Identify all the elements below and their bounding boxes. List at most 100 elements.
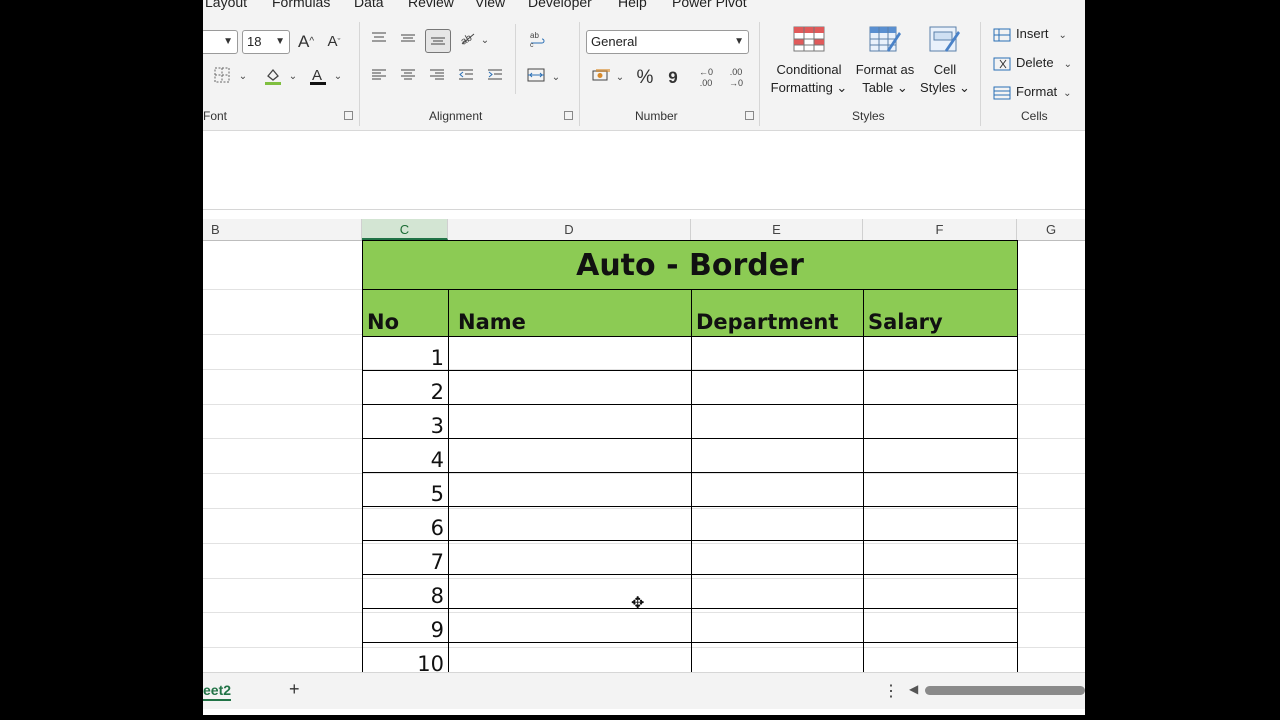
add-sheet-button[interactable]: +: [289, 679, 300, 700]
salary-cell[interactable]: [863, 608, 1018, 643]
column-header-f[interactable]: F: [863, 219, 1017, 240]
department-cell[interactable]: [691, 506, 864, 541]
decrease-font-size-button[interactable]: Aˇ: [323, 31, 345, 53]
align-right-button[interactable]: [426, 67, 448, 89]
decrease-decimal-button[interactable]: .00 →0: [724, 67, 748, 89]
number-format-combo[interactable]: General ▼: [586, 30, 749, 54]
column-header-e[interactable]: E: [691, 219, 863, 240]
department-cell[interactable]: [691, 370, 864, 405]
department-cell[interactable]: [691, 336, 864, 371]
department-cell[interactable]: [691, 642, 864, 672]
header-no[interactable]: No: [362, 289, 449, 337]
font-color-button[interactable]: A: [307, 66, 329, 88]
chevron-down-icon[interactable]: ⌄: [237, 66, 249, 88]
wrap-text-button[interactable]: ab c: [526, 30, 550, 52]
tab-power-pivot[interactable]: Power Pivot: [672, 0, 747, 10]
name-cell[interactable]: [448, 574, 692, 609]
table-title[interactable]: Auto - Border: [362, 240, 1018, 290]
tab-data[interactable]: Data: [354, 0, 384, 10]
name-cell[interactable]: [448, 438, 692, 473]
chevron-down-icon[interactable]: ⌄: [480, 30, 490, 52]
conditional-formatting-button[interactable]: Conditional Formatting ⌄: [767, 26, 851, 97]
increase-decimal-button[interactable]: ←0 .00: [694, 67, 718, 89]
salary-cell[interactable]: [863, 404, 1018, 439]
align-top-button[interactable]: [368, 30, 390, 52]
column-header-g[interactable]: G: [1017, 219, 1085, 240]
chevron-down-icon[interactable]: ⌄: [287, 66, 299, 88]
align-left-button[interactable]: [368, 67, 390, 89]
salary-cell[interactable]: [863, 438, 1018, 473]
department-cell[interactable]: [691, 472, 864, 507]
align-center-button[interactable]: [397, 67, 419, 89]
column-header-b[interactable]: B: [203, 219, 362, 240]
salary-cell[interactable]: [863, 336, 1018, 371]
font-name-combo[interactable]: ▼: [203, 30, 238, 54]
header-salary[interactable]: Salary: [863, 289, 1018, 337]
tab-page-layout[interactable]: Layout: [205, 0, 247, 10]
decrease-indent-button[interactable]: [455, 67, 477, 89]
borders-button[interactable]: [209, 66, 235, 88]
name-cell[interactable]: [448, 642, 692, 672]
name-cell[interactable]: [448, 608, 692, 643]
delete-cells-button[interactable]: Delete ⌄: [993, 52, 1072, 74]
cell-styles-button[interactable]: Cell Styles ⌄: [917, 26, 973, 97]
salary-cell[interactable]: [863, 540, 1018, 575]
align-middle-button[interactable]: [397, 30, 419, 52]
tab-developer[interactable]: Developer: [528, 0, 592, 10]
row-number-cell[interactable]: 9: [362, 608, 449, 643]
merge-center-button[interactable]: [524, 67, 548, 89]
column-header-d[interactable]: D: [448, 219, 691, 240]
insert-cells-button[interactable]: Insert ⌄: [993, 23, 1067, 45]
chevron-down-icon[interactable]: ⌄: [332, 66, 344, 88]
align-bottom-button[interactable]: [425, 29, 451, 53]
department-cell[interactable]: [691, 438, 864, 473]
row-number-cell[interactable]: 2: [362, 370, 449, 405]
name-cell[interactable]: [448, 540, 692, 575]
chevron-down-icon[interactable]: ⌄: [551, 67, 561, 89]
tab-review[interactable]: Review: [408, 0, 454, 10]
salary-cell[interactable]: [863, 642, 1018, 672]
sheet-tab[interactable]: eet2: [203, 681, 232, 701]
number-dialog-launcher-icon[interactable]: [745, 111, 754, 120]
salary-cell[interactable]: [863, 472, 1018, 507]
format-as-table-button[interactable]: Format as Table ⌄: [853, 26, 917, 97]
name-cell[interactable]: [448, 404, 692, 439]
fill-color-button[interactable]: [261, 66, 285, 88]
alignment-dialog-launcher-icon[interactable]: [564, 111, 573, 120]
row-number-cell[interactable]: 3: [362, 404, 449, 439]
orientation-button[interactable]: ab: [457, 30, 479, 52]
tab-view[interactable]: View: [475, 0, 505, 10]
salary-cell[interactable]: [863, 370, 1018, 405]
name-cell[interactable]: [448, 370, 692, 405]
row-number-cell[interactable]: 10: [362, 642, 449, 672]
column-header-c[interactable]: C: [362, 219, 448, 240]
accounting-format-button[interactable]: [589, 67, 613, 89]
header-name[interactable]: Name: [448, 289, 692, 337]
department-cell[interactable]: [691, 608, 864, 643]
department-cell[interactable]: [691, 540, 864, 575]
department-cell[interactable]: [691, 404, 864, 439]
header-department[interactable]: Department: [691, 289, 864, 337]
row-number-cell[interactable]: 7: [362, 540, 449, 575]
row-number-cell[interactable]: 4: [362, 438, 449, 473]
department-cell[interactable]: [691, 574, 864, 609]
salary-cell[interactable]: [863, 506, 1018, 541]
name-cell[interactable]: [448, 506, 692, 541]
row-number-cell[interactable]: 5: [362, 472, 449, 507]
chevron-down-icon[interactable]: ⌄: [615, 67, 625, 89]
percent-style-button[interactable]: %: [634, 67, 656, 89]
increase-font-size-button[interactable]: A^: [295, 31, 317, 53]
comma-style-button[interactable]: 9: [664, 67, 682, 89]
name-cell[interactable]: [448, 472, 692, 507]
increase-indent-button[interactable]: [484, 67, 506, 89]
row-number-cell[interactable]: 1: [362, 336, 449, 371]
tab-formulas[interactable]: Formulas: [272, 0, 330, 10]
format-cells-button[interactable]: Format ⌄: [993, 81, 1072, 103]
font-size-combo[interactable]: 18 ▼: [242, 30, 290, 54]
tab-help[interactable]: Help: [618, 0, 647, 10]
formula-bar-area[interactable]: [203, 131, 1085, 210]
font-dialog-launcher-icon[interactable]: [344, 111, 353, 120]
salary-cell[interactable]: [863, 574, 1018, 609]
scroll-left-icon[interactable]: ◀: [909, 682, 918, 696]
row-number-cell[interactable]: 6: [362, 506, 449, 541]
